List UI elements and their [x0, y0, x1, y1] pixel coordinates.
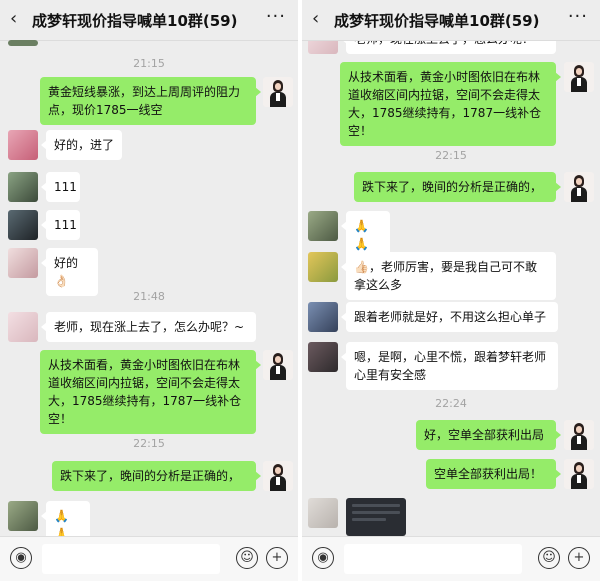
avatar[interactable]	[8, 501, 38, 531]
message-bubble[interactable]: 黄金短线暴涨，到达上周周评的阻力点，现价1785一线空	[40, 77, 261, 125]
input-bar: ◉ ☺ +	[302, 536, 600, 581]
message-bubble[interactable]: 跌下来了，晚间的分析是正确的，	[52, 461, 261, 491]
message-bubble[interactable]: 好，空单全部获利出局	[416, 420, 561, 450]
avatar[interactable]	[263, 77, 293, 107]
message-input[interactable]	[42, 544, 220, 574]
avatar[interactable]	[8, 130, 38, 160]
emoji-icon[interactable]: ☺	[538, 547, 560, 569]
back-icon[interactable]: ‹	[312, 8, 319, 29]
timestamp: 21:48	[133, 290, 165, 303]
message-bubble[interactable]: 跟着老师就是好，不用这么担心单子	[341, 302, 558, 332]
avatar[interactable]	[8, 312, 38, 342]
emoji-icon[interactable]: ☺	[236, 547, 258, 569]
plus-icon[interactable]: +	[266, 547, 288, 569]
timestamp: 22:24	[435, 397, 467, 410]
timestamp: 22:15	[435, 149, 467, 162]
avatar[interactable]	[308, 342, 338, 372]
avatar[interactable]	[564, 420, 594, 450]
more-icon[interactable]: ···	[266, 6, 286, 27]
chat-header: ‹ 成梦轩现价指导喊单10群(59) ···	[302, 0, 600, 41]
chat-panel-left: ‹ 成梦轩现价指导喊单10群(59) ··· 21:15 黄金短线暴涨，到达上周…	[0, 0, 298, 581]
back-icon[interactable]: ‹	[10, 8, 17, 29]
avatar[interactable]	[564, 62, 594, 92]
avatar[interactable]	[263, 350, 293, 380]
message-bubble[interactable]: 空单全部获利出局！	[426, 459, 561, 489]
timestamp: 22:15	[133, 437, 165, 450]
voice-icon[interactable]: ◉	[312, 547, 334, 569]
avatar[interactable]	[564, 459, 594, 489]
message-bubble[interactable]: 跌下来了，晚间的分析是正确的，	[354, 172, 561, 202]
voice-icon[interactable]: ◉	[10, 547, 32, 569]
avatar[interactable]	[8, 172, 38, 202]
message-bubble[interactable]: 从技术面看，黄金小时图依旧在布林道收缩区间内拉锯，空间不会走得太大，1785继续…	[40, 350, 261, 434]
message-bubble[interactable]: 好的👌🏻	[41, 248, 98, 296]
chat-title: 成梦轩现价指导喊单10群(59)	[334, 12, 540, 30]
message-bubble[interactable]: 111	[41, 172, 80, 202]
avatar[interactable]	[263, 461, 293, 491]
input-bar: ◉ ☺ +	[0, 536, 298, 581]
image-thumbnail[interactable]	[346, 498, 406, 536]
avatar[interactable]	[308, 211, 338, 241]
avatar[interactable]	[308, 498, 338, 528]
message-bubble[interactable]: 👍🏻，老师厉害，要是我自己可不敢拿这么多	[341, 252, 556, 300]
message-input[interactable]	[344, 544, 522, 574]
chat-panel-right: 老师，现在涨上去了，怎么办呢？~ ‹ 成梦轩现价指导喊单10群(59) ··· …	[302, 0, 600, 581]
chat-title: 成梦轩现价指导喊单10群(59)	[32, 12, 238, 30]
timestamp: 21:15	[133, 57, 165, 70]
message-bubble[interactable]: 好的，进了	[41, 130, 122, 160]
more-icon[interactable]: ···	[568, 6, 588, 27]
avatar[interactable]	[308, 302, 338, 332]
message-bubble[interactable]: 111	[41, 210, 80, 240]
avatar[interactable]	[8, 210, 38, 240]
avatar[interactable]	[8, 248, 38, 278]
avatar[interactable]	[8, 40, 38, 46]
avatar[interactable]	[564, 172, 594, 202]
message-bubble[interactable]: 嗯，是啊，心里不慌，跟着梦轩老师心里有安全感	[341, 342, 558, 390]
plus-icon[interactable]: +	[568, 547, 590, 569]
avatar[interactable]	[308, 252, 338, 282]
message-bubble[interactable]: 从技术面看，黄金小时图依旧在布林道收缩区间内拉锯，空间不会走得太大，1785继续…	[340, 62, 561, 146]
message-bubble[interactable]: 老师，现在涨上去了，怎么办呢？~	[41, 312, 256, 342]
chat-header: ‹ 成梦轩现价指导喊单10群(59) ···	[0, 0, 298, 41]
